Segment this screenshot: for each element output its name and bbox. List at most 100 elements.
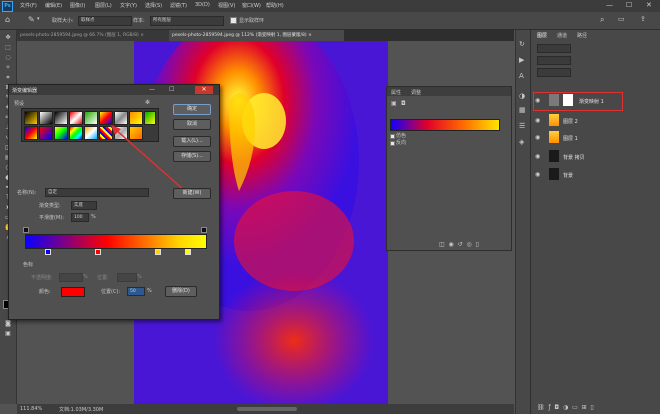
color-swatch[interactable] (61, 287, 85, 297)
eye-icon[interactable]: ◉ (535, 171, 540, 178)
quick-select-tool-icon[interactable]: ✧ (4, 64, 12, 71)
tab-paths[interactable]: 路径 (577, 32, 587, 39)
menu-window[interactable]: 窗口(W) (242, 2, 261, 9)
trash-icon[interactable]: ▯ (590, 404, 593, 411)
dialog-maximize-icon[interactable]: ☐ (169, 86, 174, 93)
lasso-tool-icon[interactable]: ◌ (4, 54, 12, 61)
menu-file[interactable]: 文件(F) (20, 2, 37, 9)
mask-icon[interactable]: ◘ (401, 100, 406, 107)
layer-row-1[interactable]: ◉ 图层 1 (531, 129, 660, 146)
preset-swatch[interactable] (69, 111, 83, 125)
folder-icon[interactable]: ▭ (572, 404, 578, 411)
type-select[interactable]: 实底 (71, 201, 97, 210)
properties-panel-icon[interactable]: ☰ (519, 122, 525, 130)
layer-row-background[interactable]: ◉ 背景 (531, 166, 660, 183)
menu-select[interactable]: 选择(S) (145, 2, 162, 9)
move-tool-icon[interactable]: ✥ (4, 34, 12, 41)
crop-tool-icon[interactable]: ⌗ (4, 74, 12, 81)
search-icon[interactable]: ⌕ (600, 15, 604, 25)
actions-panel-icon[interactable]: ▶ (519, 56, 524, 64)
menu-view[interactable]: 视图(V) (218, 2, 235, 9)
link-icon[interactable]: ⛓ (537, 404, 545, 411)
tab-document-2[interactable]: pexels-photo-2859594.jpeg @ 112% (渐变映射 1… (169, 30, 344, 41)
zoom-level[interactable]: 111.84% (20, 406, 42, 412)
layer-row-gradient-map[interactable]: ◉ 渐变映射 1 (531, 92, 660, 111)
preset-swatch[interactable] (99, 111, 113, 125)
character-panel-icon[interactable]: A (519, 72, 524, 80)
smoothness-input[interactable]: 100 (71, 213, 89, 222)
adjustment-icon[interactable]: ◑ (563, 404, 568, 411)
fx-icon[interactable]: ƒ (548, 404, 550, 411)
eye-icon[interactable]: ◉ (535, 117, 540, 124)
delete-icon[interactable]: ▯ (476, 241, 479, 248)
show-ring-checkbox[interactable] (230, 17, 237, 24)
color-stop[interactable] (95, 249, 101, 255)
preset-swatch[interactable] (144, 111, 156, 125)
horizontal-scrollbar[interactable] (237, 407, 297, 411)
preset-swatch[interactable] (114, 111, 128, 125)
gear-icon[interactable]: ✻ (145, 99, 150, 106)
home-icon[interactable]: ⌂ (5, 15, 10, 24)
minimize-icon[interactable]: — (606, 1, 613, 9)
history-panel-icon[interactable]: ↻ (519, 40, 525, 48)
tab-adjustments[interactable]: 调整 (411, 89, 421, 96)
close-icon[interactable]: ✕ (646, 1, 652, 9)
add-mask-icon[interactable]: ◘ (554, 404, 559, 411)
chevron-down-icon[interactable]: ▾ (37, 16, 40, 22)
layers-panel-icon[interactable]: ◈ (519, 138, 524, 146)
color-stop[interactable] (185, 249, 191, 255)
eye-icon[interactable]: ◉ (535, 134, 540, 141)
preset-swatch[interactable] (84, 126, 98, 140)
menu-type[interactable]: 文字(Y) (120, 2, 137, 9)
tab-document-1[interactable]: pexels-photo-2859594.jpeg @ 66.7% (图层 1,… (17, 30, 170, 41)
tab-channels[interactable]: 通道 (557, 32, 567, 39)
swatches-panel-icon[interactable]: ▦ (519, 106, 526, 114)
menu-layer[interactable]: 图层(L) (95, 2, 112, 9)
preset-swatch[interactable] (24, 126, 38, 140)
preset-swatch[interactable] (54, 126, 68, 140)
new-layer-icon[interactable]: ⊞ (582, 404, 587, 411)
preset-swatch[interactable] (69, 126, 83, 140)
opacity-stop-left[interactable] (23, 227, 29, 233)
reset-icon[interactable]: ↺ (458, 241, 463, 248)
gradient-preview-bar[interactable] (390, 119, 500, 131)
workspace-icon[interactable]: ▭ (618, 15, 625, 23)
ok-button[interactable]: 确定 (173, 104, 211, 115)
screen-mode-icon[interactable]: ▣ (4, 330, 12, 337)
tab-properties[interactable]: 属性 (391, 89, 401, 96)
dialog-minimize-icon[interactable]: — (149, 86, 155, 93)
opacity-location-input[interactable] (117, 273, 137, 282)
reverse-checkbox[interactable] (390, 141, 395, 146)
menu-filter[interactable]: 滤镜(T) (170, 2, 187, 9)
color-stop[interactable] (155, 249, 161, 255)
layer-filter-select[interactable] (537, 44, 571, 53)
dialog-close-icon[interactable]: ✕ (195, 86, 213, 94)
sample-select[interactable]: 所有图层 (150, 16, 224, 26)
quick-mask-icon[interactable]: ◙ (4, 320, 12, 327)
new-button[interactable]: 新建(W) (173, 188, 211, 199)
opacity-input[interactable] (59, 273, 83, 282)
eye-icon[interactable]: ◉ (535, 97, 540, 104)
menu-help[interactable]: 帮助(H) (266, 2, 284, 9)
delete-button[interactable]: 删除(D) (165, 286, 197, 297)
menu-3d[interactable]: 3D(D) (195, 2, 210, 8)
blend-mode-select[interactable] (537, 56, 571, 65)
maximize-icon[interactable]: ☐ (626, 1, 632, 9)
color-stop[interactable] (45, 249, 51, 255)
visibility-icon[interactable]: ◎ (466, 241, 471, 248)
view-previous-icon[interactable]: ◉ (449, 241, 454, 248)
preset-swatch[interactable] (54, 111, 68, 125)
opacity-stop-right[interactable] (201, 227, 207, 233)
sample-size-select[interactable]: 取样点 (78, 16, 132, 26)
eyedropper-icon[interactable]: ✎ (28, 15, 35, 24)
menu-image[interactable]: 图像(I) (70, 2, 85, 9)
layer-row-background-copy[interactable]: ◉ 背景 拷贝 (531, 148, 660, 165)
lock-controls[interactable] (537, 68, 571, 77)
share-icon[interactable]: ⇪ (640, 15, 646, 23)
color-panel-icon[interactable]: ◑ (519, 92, 525, 100)
tab-layers[interactable]: 图层 (537, 32, 547, 39)
name-input[interactable]: 自定 (45, 188, 149, 197)
layer-row-2[interactable]: ◉ 图层 2 (531, 112, 660, 129)
marquee-tool-icon[interactable]: ⬚ (4, 44, 12, 51)
eye-icon[interactable]: ◉ (535, 153, 540, 160)
